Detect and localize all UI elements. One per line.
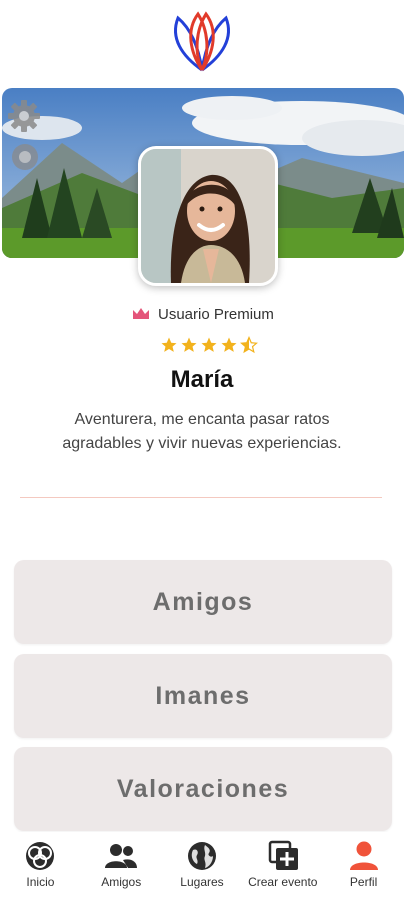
star-icon (221, 337, 237, 352)
divider (20, 497, 382, 498)
friends-section-button[interactable]: Amigos (14, 560, 392, 644)
change-cover-icon[interactable] (10, 140, 40, 174)
profile-icon (349, 841, 378, 870)
nav-label-friends: Amigos (101, 875, 142, 889)
bottom-navigation: Inicio Amigos Lugares Crear evento Perfi… (0, 832, 404, 900)
profile-name: María (170, 366, 234, 393)
ratings-section-button[interactable]: Valoraciones (14, 747, 392, 831)
star-half-icon (240, 336, 258, 354)
friends-icon (105, 844, 138, 868)
nav-label-places: Lugares (180, 875, 224, 889)
nav-item-create-event[interactable]: Crear evento (242, 832, 323, 900)
nav-label-profile: Perfil (349, 875, 378, 889)
magnets-section-button[interactable]: Imanes (14, 654, 392, 738)
add-event-icon (268, 840, 298, 870)
nav-item-friends[interactable]: Amigos (81, 832, 162, 900)
profile-bio: Aventurera, me encanta pasar ratos agrad… (62, 411, 342, 452)
profile-avatar[interactable] (138, 146, 278, 286)
star-icon (201, 337, 217, 352)
rating-stars (160, 336, 258, 354)
nav-item-profile[interactable]: Perfil (323, 832, 404, 900)
nav-label-create-event: Crear evento (248, 875, 318, 889)
settings-gear-icon[interactable] (6, 98, 42, 134)
nav-item-home[interactable]: Inicio (0, 832, 81, 900)
star-icon (161, 337, 177, 352)
nav-label-home: Inicio (26, 875, 55, 889)
premium-badge: Usuario Premium (132, 304, 274, 324)
premium-label: Usuario Premium (158, 305, 274, 323)
crown-icon (133, 308, 149, 319)
app-logo (168, 10, 236, 74)
star-icon (181, 337, 197, 352)
globe-icon (187, 842, 216, 870)
nav-item-places[interactable]: Lugares (162, 832, 243, 900)
home-icon (26, 842, 55, 870)
